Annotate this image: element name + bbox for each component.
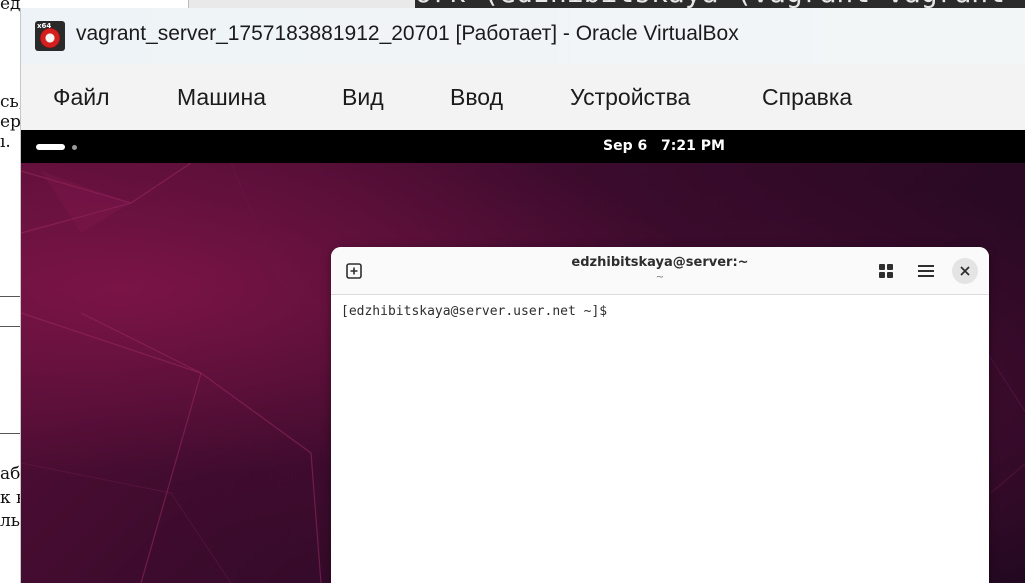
background-window-strip: [188, 0, 415, 8]
clock-date[interactable]: Sep 6: [603, 138, 647, 154]
menu-button[interactable]: [913, 258, 939, 284]
menu-devices[interactable]: Устройства: [570, 84, 690, 111]
guest-display[interactable]: Sep 6 7:21 PM edzhibitskaya@server:~ ~ […: [21, 130, 1025, 583]
grid-icon: [879, 264, 893, 278]
bg-text-fragment: сь,: [0, 92, 20, 112]
close-button[interactable]: [952, 258, 978, 284]
hamburger-menu-icon: [918, 265, 934, 277]
background-document: едова сь, ери ı. аб к в ль: [0, 0, 21, 583]
virtualbox-icon: x64: [35, 21, 65, 51]
bg-divider: [0, 326, 20, 327]
terminal-header[interactable]: edzhibitskaya@server:~ ~: [331, 247, 989, 295]
bg-text-fragment: ль: [0, 511, 21, 531]
title-bar[interactable]: x64 vagrant_server_1757183881912_20701 […: [21, 8, 1025, 64]
virtualbox-cube-icon: [40, 28, 60, 48]
view-button[interactable]: [873, 258, 899, 284]
bg-text-fragment: едова: [0, 0, 21, 14]
virtualbox-window: x64 vagrant_server_1757183881912_20701 […: [20, 8, 1025, 583]
bg-text-fragment: ери: [0, 112, 21, 132]
activities-indicator[interactable]: [36, 144, 65, 150]
clock-time[interactable]: 7:21 PM: [661, 138, 725, 154]
menu-view[interactable]: Вид: [342, 84, 384, 111]
bg-text-fragment: ı.: [0, 132, 11, 152]
workspace-dot[interactable]: [72, 145, 77, 150]
bg-divider: [0, 296, 20, 297]
menu-file[interactable]: Файл: [53, 84, 110, 111]
terminal-window[interactable]: edzhibitskaya@server:~ ~ [edzhibitskaya@…: [331, 247, 989, 583]
menu-bar: Файл Машина Вид Ввод Устройства Справка: [21, 64, 1025, 130]
menu-machine[interactable]: Машина: [177, 84, 266, 111]
background-terminal-text: ork (edzhibitskaya (vagrant-vagrant: [415, 0, 1005, 8]
bg-text-fragment: аб: [0, 464, 21, 484]
background-terminal: ork (edzhibitskaya (vagrant-vagrant: [415, 0, 1025, 8]
close-icon: [960, 266, 970, 276]
terminal-body[interactable]: [edzhibitskaya@server.user.net ~]$: [331, 295, 989, 583]
gnome-top-bar: Sep 6 7:21 PM: [21, 130, 1025, 163]
menu-help[interactable]: Справка: [762, 84, 852, 111]
shell-prompt: [edzhibitskaya@server.user.net ~]$: [341, 304, 608, 319]
window-title: vagrant_server_1757183881912_20701 [Рабо…: [76, 22, 739, 45]
bg-divider: [0, 433, 20, 434]
menu-input[interactable]: Ввод: [450, 84, 503, 111]
bg-text-fragment: к в: [0, 488, 20, 508]
